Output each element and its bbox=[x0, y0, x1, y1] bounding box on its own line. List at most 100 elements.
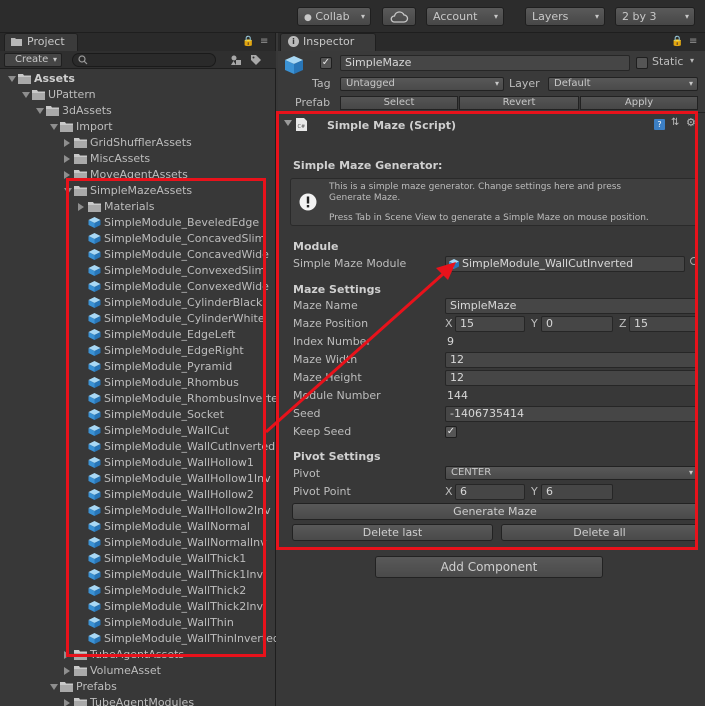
foldout-closed-icon[interactable] bbox=[64, 171, 70, 179]
delete-all-button[interactable]: Delete all bbox=[501, 524, 698, 541]
object-name-field[interactable]: SimpleMaze bbox=[340, 55, 630, 71]
layer-dropdown[interactable]: Default ▾ bbox=[548, 77, 698, 91]
foldout-open-icon[interactable] bbox=[284, 120, 292, 126]
tree-item-prefab[interactable]: SimpleModule_CylinderWhite bbox=[0, 311, 276, 327]
create-dropdown[interactable]: Create ▾ bbox=[4, 53, 62, 67]
maze-height-field[interactable]: 12 bbox=[445, 370, 698, 386]
tree-item-prefab[interactable]: SimpleModule_WallThin bbox=[0, 615, 276, 631]
foldout-open-icon[interactable] bbox=[64, 188, 72, 194]
tree-item-prefab[interactable]: SimpleModule_Rhombus bbox=[0, 375, 276, 391]
tab-inspector[interactable]: i Inspector bbox=[280, 33, 376, 51]
tab-project[interactable]: Project bbox=[4, 33, 78, 51]
tree-item-prefab[interactable]: SimpleModule_WallThick1Inv bbox=[0, 567, 276, 583]
tree-item-prefab[interactable]: SimpleModule_Pyramid bbox=[0, 359, 276, 375]
foldout-open-icon[interactable] bbox=[36, 108, 44, 114]
tree-item-prefab[interactable]: SimpleModule_BeveledEdge bbox=[0, 215, 276, 231]
foldout-open-icon[interactable] bbox=[22, 92, 30, 98]
tree-item-prefab[interactable]: SimpleModule_ConcavedWide bbox=[0, 247, 276, 263]
foldout-closed-icon[interactable] bbox=[78, 203, 84, 211]
foldout-closed-icon[interactable] bbox=[64, 139, 70, 147]
module-object-field[interactable]: SimpleModule_WallCutInverted bbox=[445, 256, 685, 272]
tree-item-prefab[interactable]: SimpleModule_EdgeRight bbox=[0, 343, 276, 359]
foldout-open-icon[interactable] bbox=[50, 124, 58, 130]
seed-field[interactable]: -1406735414 bbox=[445, 406, 698, 422]
object-picker-icon[interactable] bbox=[690, 257, 698, 265]
tree-item-prefab[interactable]: SimpleModule_WallNormal bbox=[0, 519, 276, 535]
tree-item-prefab[interactable]: SimpleModule_WallHollow2Inv bbox=[0, 503, 276, 519]
layout-dropdown[interactable]: 2 by 3 ▾ bbox=[615, 7, 695, 26]
tree-item-prefab[interactable]: SimpleModule_EdgeLeft bbox=[0, 327, 276, 343]
foldout-closed-icon[interactable] bbox=[64, 667, 70, 675]
tree-item-prefab[interactable]: SimpleModule_WallNormalInv bbox=[0, 535, 276, 551]
tree-item-prefab[interactable]: SimpleModule_ConcavedSlim bbox=[0, 231, 276, 247]
prefab-apply-button[interactable]: Apply bbox=[580, 96, 698, 110]
active-checkbox[interactable]: ✓ bbox=[320, 57, 332, 69]
tree-item-prefab[interactable]: SimpleModule_WallThick1 bbox=[0, 551, 276, 567]
tree-item-folder[interactable]: VolumeAsset bbox=[0, 663, 276, 679]
static-checkbox[interactable] bbox=[636, 57, 648, 69]
delete-last-button[interactable]: Delete last bbox=[292, 524, 493, 541]
panel-menu-icon[interactable]: ≡ bbox=[689, 36, 697, 47]
foldout-closed-icon[interactable] bbox=[64, 699, 70, 706]
tree-item-folder[interactable]: MiscAssets bbox=[0, 151, 276, 167]
cloud-button[interactable] bbox=[382, 7, 416, 26]
tag-dropdown[interactable]: Untagged ▾ bbox=[340, 77, 504, 91]
tree-item-folder[interactable]: MoveAgentAssets bbox=[0, 167, 276, 183]
tree-item-prefab[interactable]: SimpleModule_RhombusInverted bbox=[0, 391, 276, 407]
tree-item-folder[interactable]: SimpleMazeAssets bbox=[0, 183, 276, 199]
tree-item-folder[interactable]: Import bbox=[0, 119, 276, 135]
tree-item-prefab[interactable]: SimpleModule_WallHollow1 bbox=[0, 455, 276, 471]
filter-by-label-icon[interactable] bbox=[250, 54, 262, 66]
tree-item-prefab[interactable]: SimpleModule_CylinderBlack bbox=[0, 295, 276, 311]
filter-by-type-icon[interactable] bbox=[230, 54, 242, 66]
tree-item-folder[interactable]: 3dAssets bbox=[0, 103, 276, 119]
tree-item-prefab[interactable]: SimpleModule_WallThick2 bbox=[0, 583, 276, 599]
project-search-input[interactable] bbox=[72, 53, 216, 67]
tree-item-folder[interactable]: Materials bbox=[0, 199, 276, 215]
foldout-closed-icon[interactable] bbox=[64, 651, 70, 659]
maze-position-y-field[interactable]: 0 bbox=[541, 316, 613, 332]
component-header[interactable]: C# Simple Maze (Script) ? ⇅ ⚙ bbox=[278, 115, 705, 135]
maze-position-x-field[interactable]: 15 bbox=[455, 316, 525, 332]
tree-item-prefab[interactable]: SimpleModule_WallCut bbox=[0, 423, 276, 439]
foldout-closed-icon[interactable] bbox=[64, 155, 70, 163]
lock-icon[interactable]: 🔒 bbox=[671, 36, 683, 47]
prefab-select-button[interactable]: Select bbox=[340, 96, 458, 110]
tree-item-folder[interactable]: UPattern bbox=[0, 87, 276, 103]
tree-item-prefab[interactable]: SimpleModule_WallHollow2 bbox=[0, 487, 276, 503]
chevron-down-icon[interactable]: ▾ bbox=[690, 56, 694, 65]
tree-item-prefab[interactable]: SimpleModule_Socket bbox=[0, 407, 276, 423]
layers-dropdown[interactable]: Layers ▾ bbox=[525, 7, 605, 26]
gear-icon[interactable]: ⚙ bbox=[686, 116, 696, 129]
help-book-icon[interactable]: ? bbox=[654, 119, 665, 130]
panel-menu-icon[interactable]: ≡ bbox=[260, 36, 268, 47]
preset-sliders-icon[interactable]: ⇅ bbox=[671, 117, 679, 128]
tree-item-prefab[interactable]: SimpleModule_WallCutInverted bbox=[0, 439, 276, 455]
add-component-button[interactable]: Add Component bbox=[375, 556, 603, 578]
tree-item-folder[interactable]: GridShufflerAssets bbox=[0, 135, 276, 151]
generate-maze-button[interactable]: Generate Maze bbox=[292, 503, 698, 520]
maze-width-field[interactable]: 12 bbox=[445, 352, 698, 368]
folder-icon bbox=[74, 186, 87, 196]
maze-name-field[interactable]: SimpleMaze bbox=[445, 298, 698, 314]
pivot-point-y-field[interactable]: 6 bbox=[541, 484, 613, 500]
tree-item-prefab[interactable]: SimpleModule_WallHollow1Inv bbox=[0, 471, 276, 487]
keep-seed-checkbox[interactable]: ✓ bbox=[445, 426, 457, 438]
tree-item-prefab[interactable]: SimpleModule_WallThick2Inv bbox=[0, 599, 276, 615]
collab-button[interactable]: ● Collab ▾ bbox=[297, 7, 371, 26]
tree-item-folder[interactable]: Assets bbox=[0, 71, 276, 87]
foldout-open-icon[interactable] bbox=[50, 684, 58, 690]
tree-item-prefab[interactable]: SimpleModule_ConvexedSlim bbox=[0, 263, 276, 279]
tree-item-folder[interactable]: Prefabs bbox=[0, 679, 276, 695]
prefab-revert-button[interactable]: Revert bbox=[459, 96, 579, 110]
tree-item-prefab[interactable]: SimpleModule_ConvexedWide bbox=[0, 279, 276, 295]
tree-item-prefab[interactable]: SimpleModule_WallThinInverted bbox=[0, 631, 276, 647]
tree-item-folder[interactable]: TubeAgentAssets bbox=[0, 647, 276, 663]
tree-item-folder[interactable]: TubeAgentModules bbox=[0, 695, 276, 706]
pivot-dropdown[interactable]: CENTER ▾ bbox=[445, 466, 698, 480]
lock-icon[interactable]: 🔒 bbox=[242, 36, 254, 47]
pivot-point-x-field[interactable]: 6 bbox=[455, 484, 525, 500]
maze-position-z-field[interactable]: 15 bbox=[629, 316, 698, 332]
account-dropdown[interactable]: Account ▾ bbox=[426, 7, 504, 26]
foldout-open-icon[interactable] bbox=[8, 76, 16, 82]
